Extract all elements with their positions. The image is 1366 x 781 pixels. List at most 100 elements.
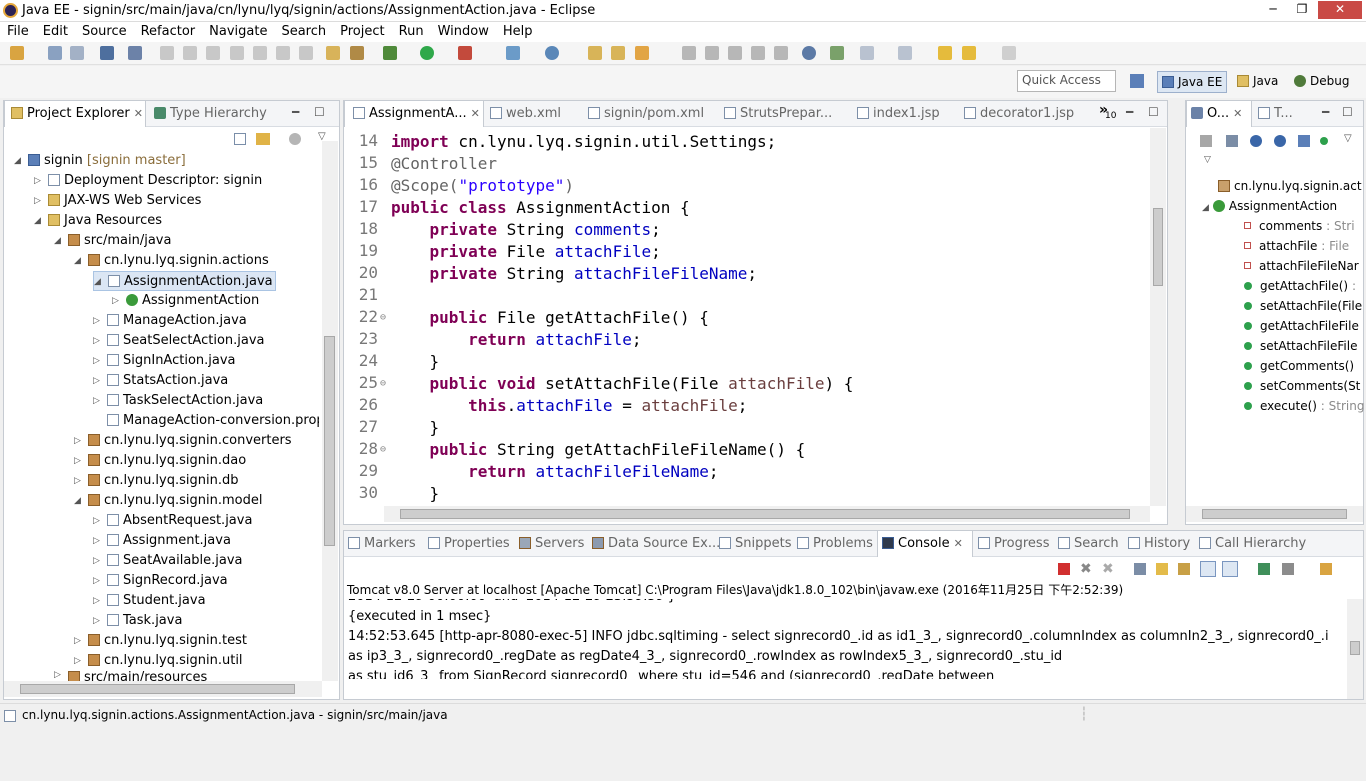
tab-strutsprepar[interactable]: StrutsPrepar... bbox=[724, 101, 832, 127]
menu-navigate[interactable]: Navigate bbox=[202, 22, 274, 39]
horizontal-scrollbar[interactable] bbox=[1186, 506, 1363, 522]
step-over-icon[interactable] bbox=[276, 46, 290, 60]
save-all-icon[interactable] bbox=[70, 46, 84, 60]
expand-icon[interactable]: ▽ bbox=[1204, 155, 1211, 165]
tree-item[interactable]: ▷ src/main/resources bbox=[54, 671, 207, 681]
scrollbar-thumb[interactable] bbox=[20, 684, 295, 694]
menu-refactor[interactable]: Refactor bbox=[134, 22, 203, 39]
view-menu-icon[interactable]: ▽ bbox=[1344, 133, 1352, 144]
maximize-view-icon[interactable]: ☐ bbox=[1342, 105, 1353, 119]
hide-non-public-icon[interactable] bbox=[1298, 135, 1310, 147]
tab-assignmentaction[interactable]: AssignmentA... ✕ bbox=[344, 101, 484, 127]
tab-call-hierarchy[interactable]: Call Hierarchy bbox=[1199, 531, 1306, 557]
new-class-icon[interactable] bbox=[545, 46, 559, 60]
outline-class[interactable]: ◢ AssignmentAction bbox=[1202, 196, 1337, 216]
vertical-scrollbar[interactable] bbox=[322, 141, 338, 681]
back-icon[interactable] bbox=[938, 46, 952, 60]
close-button[interactable]: ✕ bbox=[1318, 1, 1362, 19]
toggle-mark-icon[interactable] bbox=[728, 46, 742, 60]
tree-item[interactable]: ▷ StatsAction.java bbox=[93, 371, 228, 391]
tab-snippets[interactable]: Snippets bbox=[719, 531, 791, 557]
word-wrap-icon[interactable] bbox=[1178, 563, 1190, 575]
menu-source[interactable]: Source bbox=[75, 22, 134, 39]
use-step-filters-icon[interactable] bbox=[350, 46, 364, 60]
open-task-icon[interactable] bbox=[611, 46, 625, 60]
menu-window[interactable]: Window bbox=[431, 22, 496, 39]
last-edit-icon[interactable] bbox=[898, 46, 912, 60]
remove-launch-icon[interactable]: ✖ bbox=[1080, 561, 1092, 577]
scrollbar-thumb[interactable] bbox=[400, 509, 1130, 519]
tree-item[interactable]: ▷ SeatSelectAction.java bbox=[93, 331, 265, 351]
tree-item[interactable]: ▷ AbsentRequest.java bbox=[93, 511, 252, 531]
forward-back-icon[interactable] bbox=[962, 46, 976, 60]
show-whitespace-icon[interactable] bbox=[751, 46, 765, 60]
tree-item[interactable]: ▷ Task.java bbox=[93, 611, 182, 631]
tree-item[interactable]: ◢ src/main/java bbox=[54, 231, 171, 251]
close-icon[interactable]: ✕ bbox=[134, 107, 143, 120]
menu-help[interactable]: Help bbox=[496, 22, 540, 39]
suspend-icon[interactable] bbox=[183, 46, 197, 60]
tree-item[interactable]: ▷ AssignmentAction bbox=[112, 291, 259, 311]
vertical-scrollbar[interactable] bbox=[1347, 599, 1363, 699]
fold-icon[interactable]: ⊖ bbox=[380, 307, 386, 329]
perspective-java[interactable]: Java bbox=[1233, 71, 1282, 93]
tree-item[interactable]: ▷ cn.lynu.lyq.signin.util bbox=[74, 651, 243, 671]
scrollbar-thumb[interactable] bbox=[1202, 509, 1347, 519]
outline-method[interactable]: getAttachFile() : bbox=[1244, 276, 1356, 296]
menu-run[interactable]: Run bbox=[392, 22, 431, 39]
hide-fields-icon[interactable] bbox=[1250, 135, 1262, 147]
search-icon[interactable] bbox=[635, 46, 649, 60]
scroll-lock-icon[interactable] bbox=[1156, 563, 1168, 575]
outline-method[interactable]: getComments() bbox=[1244, 356, 1354, 376]
tab-task-list[interactable]: T... bbox=[1258, 101, 1293, 127]
minimize-view-icon[interactable]: ━ bbox=[1126, 105, 1133, 119]
open-console-icon[interactable] bbox=[1320, 563, 1332, 575]
tree-item[interactable]: ▷ SeatAvailable.java bbox=[93, 551, 243, 571]
previous-annotation-icon[interactable] bbox=[860, 46, 874, 60]
pin-console-icon[interactable] bbox=[1258, 563, 1270, 575]
tab-progress[interactable]: Progress bbox=[978, 531, 1049, 557]
tab-outline[interactable]: O... ✕ bbox=[1186, 101, 1252, 127]
minimize-view-icon[interactable]: ━ bbox=[1322, 105, 1329, 119]
tree-item[interactable]: ▷ SignInAction.java bbox=[93, 351, 236, 371]
block-selection-icon[interactable] bbox=[774, 46, 788, 60]
tab-console[interactable]: Console ✕ bbox=[877, 531, 973, 557]
hide-local-types-icon[interactable] bbox=[1320, 137, 1328, 145]
display-console-icon[interactable] bbox=[1282, 563, 1294, 575]
step-return-icon[interactable] bbox=[299, 46, 313, 60]
drop-to-frame-icon[interactable] bbox=[326, 46, 340, 60]
tab-index1-jsp[interactable]: index1.jsp bbox=[857, 101, 940, 127]
tree-item[interactable]: ▷ Student.java bbox=[93, 591, 206, 611]
tree-item[interactable]: ▷ TaskSelectAction.java bbox=[93, 391, 263, 411]
hide-static-icon[interactable] bbox=[1274, 135, 1286, 147]
resume-icon[interactable] bbox=[160, 46, 174, 60]
close-icon[interactable]: ✕ bbox=[1233, 107, 1242, 120]
save-icon[interactable] bbox=[48, 46, 62, 60]
perspective-debug[interactable]: Debug bbox=[1290, 71, 1353, 93]
outline-method[interactable]: setAttachFileFile bbox=[1244, 336, 1357, 356]
tab-web-xml[interactable]: web.xml bbox=[490, 101, 561, 127]
close-icon[interactable]: ✕ bbox=[954, 537, 963, 550]
menu-edit[interactable]: Edit bbox=[36, 22, 75, 39]
remove-all-icon[interactable]: ✖ bbox=[1102, 561, 1114, 577]
new-icon[interactable] bbox=[10, 46, 24, 60]
fold-icon[interactable]: ⊖ bbox=[380, 373, 386, 395]
show-on-stdout-icon[interactable] bbox=[1200, 561, 1216, 577]
next-annotation-icon[interactable] bbox=[830, 46, 844, 60]
tree-item[interactable]: ▷ Deployment Descriptor: signin bbox=[34, 171, 262, 191]
outline-method[interactable]: execute() : String bbox=[1244, 396, 1364, 416]
tab-pom-xml[interactable]: signin/pom.xml bbox=[588, 101, 704, 127]
console-output[interactable]: 2014-12-29 00:00:00' and '2014-12-29 23:… bbox=[344, 599, 1347, 699]
tree-item[interactable]: ▷ SignRecord.java bbox=[93, 571, 228, 591]
step-into-icon[interactable] bbox=[253, 46, 267, 60]
tab-project-explorer[interactable]: Project Explorer ✕ bbox=[4, 101, 146, 127]
tab-decorator1-jsp[interactable]: decorator1.jsp bbox=[964, 101, 1074, 127]
tab-search[interactable]: Search bbox=[1058, 531, 1119, 557]
tree-item[interactable]: ◢ signin [signin master] bbox=[14, 151, 186, 171]
open-type-icon[interactable] bbox=[588, 46, 602, 60]
horizontal-scrollbar[interactable] bbox=[4, 681, 322, 697]
show-on-stderr-icon[interactable] bbox=[1222, 561, 1238, 577]
scrollbar-thumb[interactable] bbox=[1153, 208, 1163, 286]
collapse-all-icon[interactable] bbox=[1200, 135, 1212, 147]
tree-item[interactable]: ▷ cn.lynu.lyq.signin.converters bbox=[74, 431, 292, 451]
